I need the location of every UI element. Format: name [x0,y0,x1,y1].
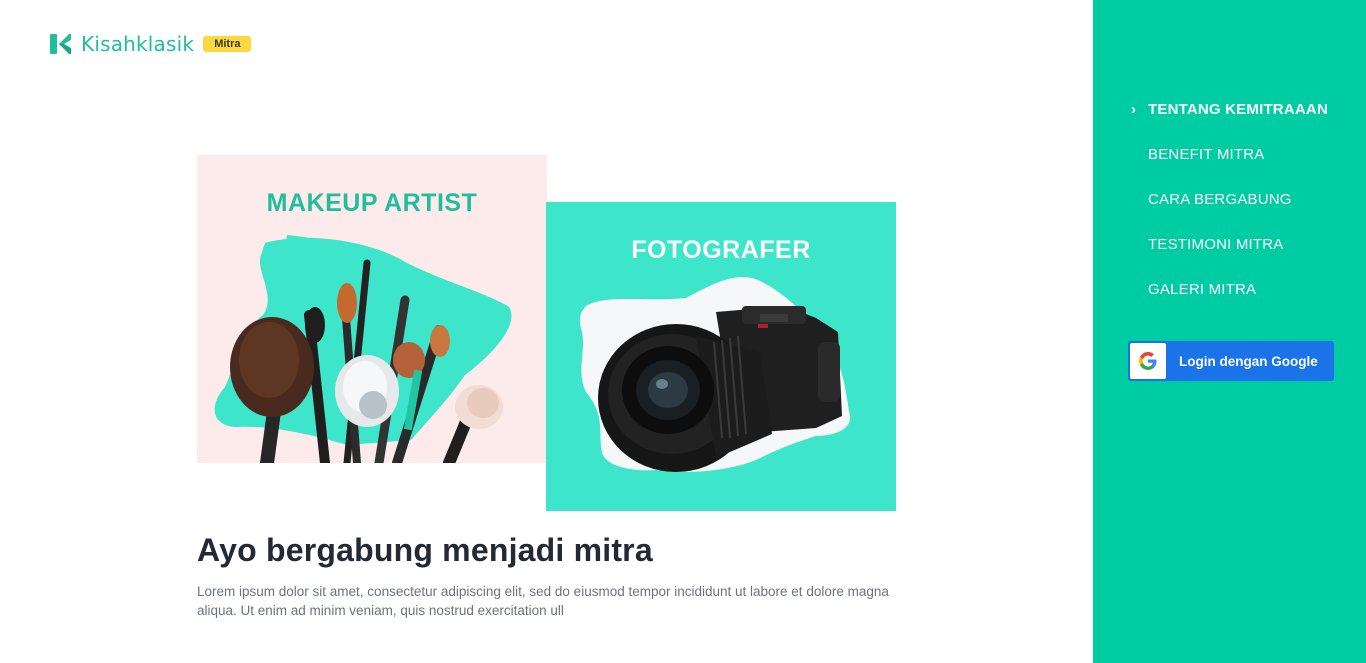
fotografer-card: FOTOGRAFER [546,202,896,511]
hero-description: Lorem ipsum dolor sit amet, consectetur … [197,584,889,618]
nav-item-label: CARA BERGABUNG [1148,191,1292,208]
mitra-badge: Mitra [203,36,252,52]
nav-item-label: BENEFIT MITRA [1148,146,1265,163]
nav-item-label: TENTANG KEMITRAAAN [1148,101,1328,118]
google-icon-container [1130,343,1166,379]
sidebar: › TENTANG KEMITRAAAN BENEFIT MITRA CARA … [1093,0,1366,663]
chevron-right-icon: › [1131,101,1137,118]
google-login-label: Login dengan Google [1179,353,1318,369]
hero-headline: Ayo bergabung menjadi mitra [197,532,653,568]
sidebar-nav: › TENTANG KEMITRAAAN BENEFIT MITRA CARA … [1131,100,1328,325]
google-icon [1139,352,1157,370]
kisahklasik-logo-icon [50,34,71,54]
brand-name: Kisahklasik [81,32,195,56]
nav-item-testimoni-mitra[interactable]: TESTIMONI MITRA [1148,235,1328,280]
brand-logo[interactable]: Kisahklasik Mitra [50,32,252,56]
nav-item-label: TESTIMONI MITRA [1148,236,1284,253]
page: Kisahklasik Mitra MAKEUP ARTIST FOTOGRAF… [0,0,1366,663]
nav-item-label: GALERI MITRA [1148,281,1257,298]
nav-item-galeri-mitra[interactable]: GALERI MITRA [1148,280,1328,325]
makeup-artist-title: MAKEUP ARTIST [266,189,478,217]
makeup-artist-card: MAKEUP ARTIST [197,155,547,463]
nav-item-tentang-kemitraan[interactable]: › TENTANG KEMITRAAAN [1131,100,1328,145]
fotografer-title: FOTOGRAFER [631,236,811,264]
nav-item-cara-bergabung[interactable]: CARA BERGABUNG [1148,190,1328,235]
google-login-button[interactable]: Login dengan Google [1128,341,1334,381]
nav-item-benefit-mitra[interactable]: BENEFIT MITRA [1148,145,1328,190]
